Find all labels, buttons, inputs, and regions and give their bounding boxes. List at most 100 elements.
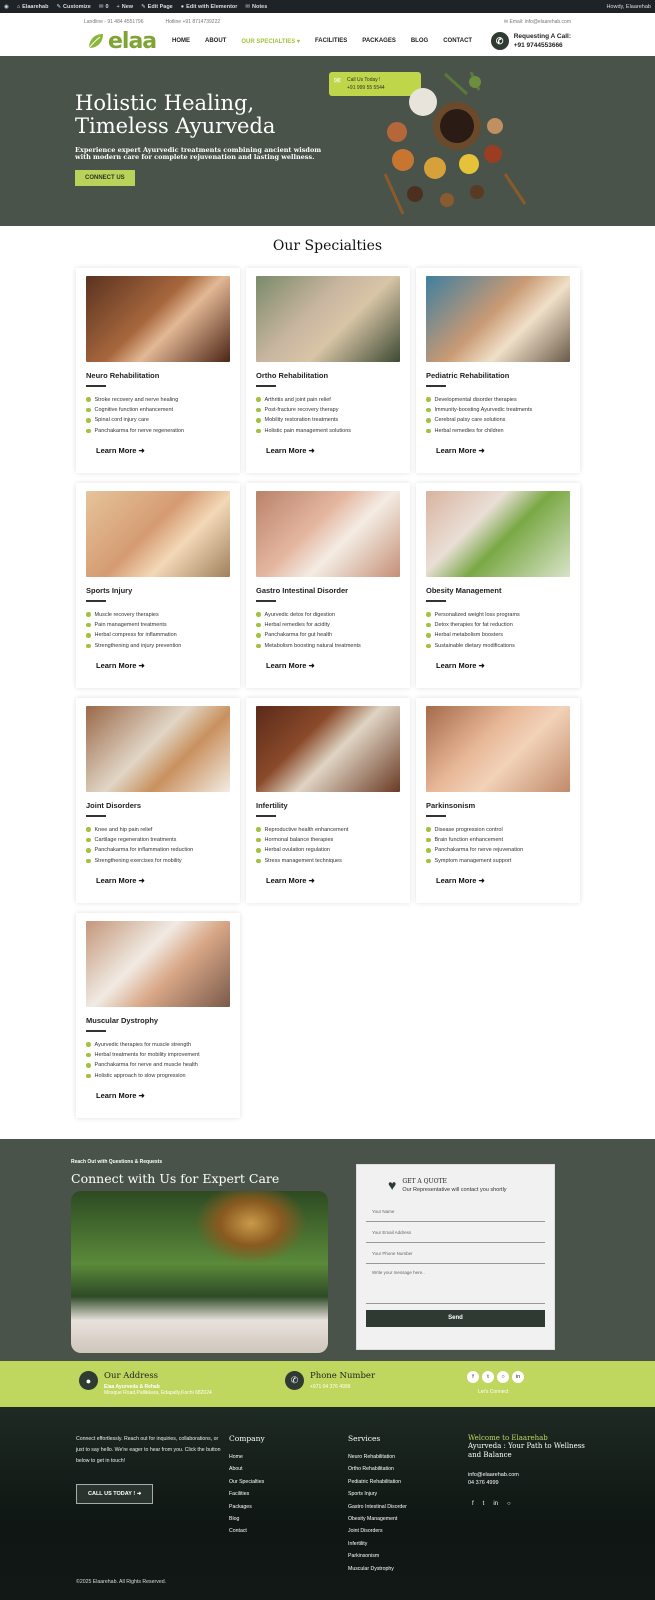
footer: Connect effortlessly. Reach out for inqu… [0,1407,655,1600]
specialty-image [86,491,230,577]
linkedin-icon[interactable]: in [493,1501,498,1507]
menu-facilities[interactable]: FACILITIES [315,38,347,45]
footer-phone[interactable]: 04 376 4999 [468,1480,593,1488]
copyright: ©2025 Elaarehab. All Rights Reserved. [76,1579,167,1585]
logo-text: elaa [108,28,157,54]
footer-link[interactable]: Gastro Intestinal Disorder [348,1501,407,1513]
hand-heart-icon: ♥ [388,1177,397,1193]
footer-link[interactable]: About [229,1463,265,1475]
menu-specialties[interactable]: OUR SPECIALTIES ▾ [241,38,300,45]
request-call[interactable]: ✆ Requesting A Call: +91 9744553666 [490,32,571,50]
list-item: Strengthening exercises for mobility [86,856,230,866]
connect-us-button[interactable]: CONNECT US [75,170,135,186]
address-block: ● Our Address Elaa Ayurveda & Rehab Mosq… [79,1371,212,1396]
footer-link[interactable]: Home [229,1451,265,1463]
footer-link[interactable]: Muscular Dystrophy [348,1563,407,1575]
instagram-icon[interactable]: ○ [507,1501,511,1507]
hotline-text: Hotline +91 8714739222 [165,19,221,25]
admin-edit-page-link[interactable]: ✎ Edit Page [141,4,173,10]
footer-link[interactable]: Parkinsonism [348,1550,407,1562]
menu-home[interactable]: HOME [172,38,190,45]
learn-more-link[interactable]: Learn More ➜ [436,661,485,670]
list-item: Pain management treatments [86,620,230,630]
footer-link[interactable]: Pediatric Rehabilitation [348,1476,407,1488]
address-title: Our Address [104,1371,159,1381]
list-item: Disease progression control [426,825,570,835]
admin-site-link[interactable]: ⌂ Elaarehab [17,4,49,10]
twitter-icon[interactable]: t [483,1501,485,1507]
facebook-icon[interactable]: f [472,1501,474,1507]
list-item: Brain function enhancement [426,835,570,845]
message-field[interactable]: Write your message here.. [366,1264,545,1304]
call-us-today-button[interactable]: CALL US TODAY ! ➜ [76,1484,154,1504]
list-item: Herbal remedies for children [426,426,570,436]
connect-section: Reach Out with Questions & Requests Conn… [0,1139,655,1361]
list-item: Panchakarma for nerve rejuvenation [426,845,570,855]
admin-bar: ◉ ⌂ Elaarehab ✎ Customize ✉ 0 + New ✎ Ed… [0,0,655,13]
social-block: f t ○ in Let's Connect [467,1371,524,1395]
list-item: Arthritis and joint pain relief [256,395,400,405]
footer-link[interactable]: Ortho Rehabilitation [348,1463,407,1475]
list-item: Ayurvedic therapies for muscle strength [86,1040,230,1050]
specialty-title: Gastro Intestinal Disorder [256,586,349,595]
linkedin-icon[interactable]: in [512,1371,524,1383]
menu-about[interactable]: ABOUT [205,38,226,45]
footer-link[interactable]: Packages [229,1501,265,1513]
name-field[interactable]: Your Name [366,1201,545,1222]
learn-more-link[interactable]: Learn More ➜ [436,876,485,885]
landline-text: Landline - 91 484 4551796 [84,19,144,25]
admin-customize-link[interactable]: ✎ Customize [56,4,90,10]
footer-link[interactable]: Blog [229,1513,265,1525]
footer-link[interactable]: Our Specialties [229,1476,265,1488]
contact-band: ● Our Address Elaa Ayurveda & Rehab Mosq… [0,1361,655,1407]
phone-field[interactable]: Your Phone Number [366,1243,545,1264]
facebook-icon[interactable]: f [467,1371,479,1383]
list-item: Post-fracture recovery therapy [256,405,400,415]
twitter-icon[interactable]: t [482,1371,494,1383]
learn-more-link[interactable]: Learn More ➜ [96,1091,145,1100]
specialty-image [256,276,400,362]
footer-link[interactable]: Obesity Management [348,1513,407,1525]
specialty-image [426,276,570,362]
footer-link[interactable]: Neuro Rehabilitation [348,1451,407,1463]
admin-howdy[interactable]: Howdy, Elaarehab [606,4,651,10]
footer-link[interactable]: Sports Injury [348,1488,407,1500]
footer-link[interactable]: Contact [229,1525,265,1537]
connect-heading: Connect with Us for Expert Care [71,1171,280,1186]
list-item: Spinal cord injury care [86,415,230,425]
list-item: Detox therapies for fat reduction [426,620,570,630]
learn-more-link[interactable]: Learn More ➜ [96,661,145,670]
learn-more-link[interactable]: Learn More ➜ [266,661,315,670]
footer-link[interactable]: Joint Disorders [348,1525,407,1537]
admin-comments-link[interactable]: ✉ 0 [99,4,109,10]
footer-link[interactable]: Infertility [348,1538,407,1550]
learn-more-link[interactable]: Learn More ➜ [436,446,485,455]
footer-link[interactable]: Facilities [229,1488,265,1500]
specialty-title: Neuro Rehabilitation [86,371,160,380]
list-item: Herbal metabolism boosters [426,630,570,640]
menu-blog[interactable]: BLOG [411,38,428,45]
list-item: Reproductive health enhancement [256,825,400,835]
learn-more-link[interactable]: Learn More ➜ [96,876,145,885]
leaf-logo-icon [88,34,103,49]
menu-contact[interactable]: CONTACT [443,38,472,45]
admin-elementor-link[interactable]: ● Edit with Elementor [181,4,238,10]
email-field[interactable]: Your Email Address [366,1222,545,1243]
admin-notes-link[interactable]: ✉ Notes [245,4,267,10]
learn-more-link[interactable]: Learn More ➜ [266,876,315,885]
instagram-icon[interactable]: ○ [497,1371,509,1383]
wordpress-icon[interactable]: ◉ [4,4,9,10]
learn-more-link[interactable]: Learn More ➜ [96,446,145,455]
specialty-image [256,706,400,792]
learn-more-link[interactable]: Learn More ➜ [266,446,315,455]
specialty-card: Obesity Management Personalized weight l… [416,483,580,688]
phone-block: ✆ Phone Number +971 04 376 4999 [285,1371,375,1390]
services-title: Services [348,1434,381,1443]
admin-new-link[interactable]: + New [117,4,134,10]
menu-packages[interactable]: PACKAGES [362,38,396,45]
list-item: Cognitive function enhancement [86,405,230,415]
list-item: Personalized weight loss programs [426,610,570,620]
send-button[interactable]: Send [366,1310,545,1327]
logo[interactable]: elaa [86,29,172,54]
footer-email[interactable]: info@elaarehab.com [468,1472,593,1480]
